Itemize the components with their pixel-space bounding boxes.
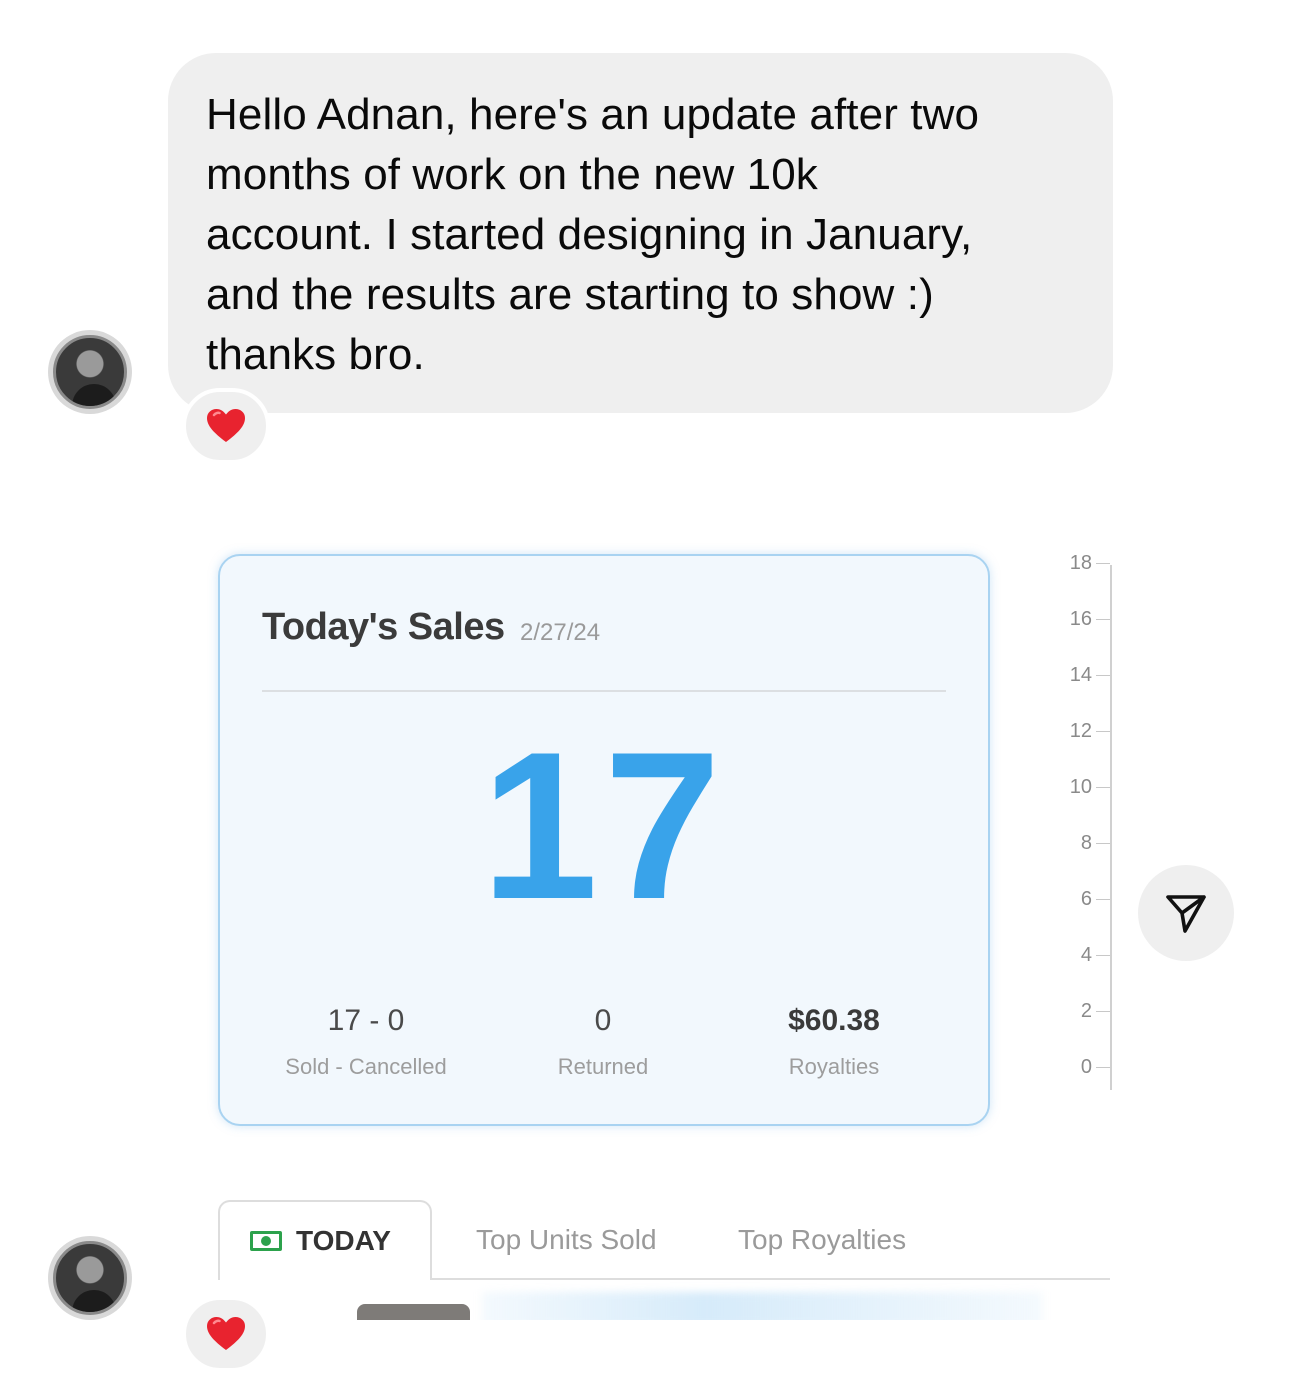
todays-sales-card: Today's Sales 2/27/24 17 17 - 0 Sold - C… [218,554,990,1126]
tick-label: 8 [1080,832,1092,854]
card-divider [262,690,946,692]
avatar-image [53,1241,127,1315]
tick-label: 2 [1080,1000,1092,1022]
share-button[interactable] [1138,865,1234,961]
stat-label: Royalties [788,1054,880,1079]
y-tick: 8 [1050,832,1110,854]
tab-label: TODAY [296,1225,391,1256]
chart-y-axis: 18 16 14 12 10 8 6 4 2 0 [1050,550,1120,1100]
sender-avatar[interactable] [48,330,132,414]
tab-label: Top Units Sold [476,1224,657,1255]
sales-total: 17 [481,708,727,943]
tab-top-royalties[interactable]: Top Royalties [738,1200,906,1280]
stat-label: Returned [557,1054,649,1079]
message-bubble[interactable]: Hello Adnan, here's an update after two … [168,53,1113,413]
tick-label: 18 [1069,552,1092,574]
heart-reaction[interactable] [182,1296,270,1372]
y-tick: 12 [1050,720,1110,742]
shared-screenshot[interactable]: Today's Sales 2/27/24 17 17 - 0 Sold - C… [200,530,1135,1320]
y-tick: 16 [1050,608,1110,630]
stat-returned: 0 Returned [493,1004,713,1080]
tick-label: 16 [1069,608,1092,630]
y-tick: 2 [1050,1000,1110,1022]
axis-line [1110,565,1112,1090]
stat-value: 0 [594,1004,612,1037]
send-icon [1166,895,1206,933]
y-tick: 6 [1050,888,1110,910]
tab-today[interactable]: TODAY [218,1200,432,1280]
y-tick: 18 [1050,552,1110,574]
y-tick: 4 [1050,944,1110,966]
tick-label: 14 [1069,664,1092,686]
tick-label: 6 [1080,888,1092,910]
tab-label: Top Royalties [738,1224,907,1255]
y-tick: 0 [1050,1056,1110,1078]
heart-reaction[interactable] [182,388,270,464]
cropped-row-highlight [482,1292,1042,1320]
stat-sold-cancelled: 17 - 0 Sold - Cancelled [256,1004,476,1080]
stat-label: Sold - Cancelled [285,1054,447,1079]
tick-label: 10 [1069,776,1092,798]
tick-label: 0 [1080,1056,1092,1078]
message-text: Hello Adnan, here's an update after two … [206,90,980,379]
tab-top-units-sold[interactable]: Top Units Sold [476,1200,657,1280]
heart-icon [207,409,245,442]
heart-icon [207,1317,245,1350]
y-tick: 14 [1050,664,1110,686]
tick-label: 4 [1080,944,1092,966]
sales-tabs: TODAY Top Units Sold Top Royalties [218,1200,1110,1280]
card-date: 2/27/24 [520,619,601,646]
tick-label: 12 [1069,720,1092,742]
stat-value: $60.38 [788,1004,880,1037]
stat-royalties: $60.38 Royalties [724,1004,944,1080]
card-title: Today's Sales [262,606,505,648]
y-tick: 10 [1050,776,1110,798]
cropped-thumbnail [357,1304,470,1320]
cash-icon [250,1231,282,1251]
sender-avatar[interactable] [48,1236,132,1320]
stat-value: 17 - 0 [327,1004,405,1037]
avatar-image [53,335,127,409]
